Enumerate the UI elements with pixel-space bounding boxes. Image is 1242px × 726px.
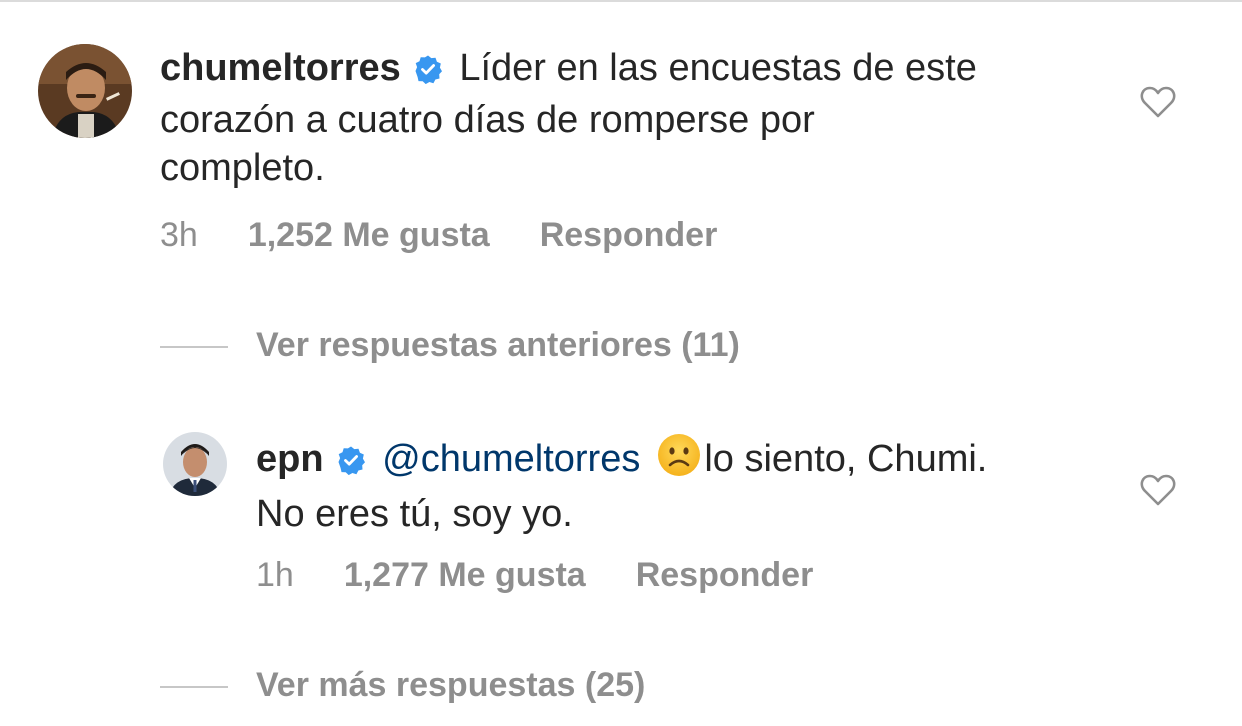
comment-text-line: No eres tú, soy yo.: [256, 493, 573, 535]
mention-link[interactable]: @chumeltorres: [382, 438, 640, 480]
replies-divider: [160, 686, 228, 689]
comment-text-line: corazón a cuatro días de romperse por: [160, 99, 815, 141]
frowning-face-emoji-icon: [656, 432, 702, 490]
avatar-epn[interactable]: [163, 432, 227, 496]
timestamp: 1h: [256, 556, 294, 594]
comment-text-line: completo.: [160, 147, 325, 189]
likes-count[interactable]: 1,277 Me gusta: [344, 556, 586, 594]
top-divider: [0, 0, 1242, 2]
view-previous-replies-button[interactable]: Ver respuestas anteriores (11): [160, 325, 740, 365]
view-more-replies-button[interactable]: Ver más respuestas (25): [160, 665, 645, 705]
comment-body-epn: epn @chumeltorres lo siento, Chumi. No er…: [256, 432, 1136, 538]
username-chumeltorres[interactable]: chumeltorres: [160, 47, 401, 89]
avatar-chumeltorres[interactable]: [38, 44, 132, 138]
heart-outline-icon[interactable]: [1140, 86, 1176, 123]
comment-meta-chumeltorres: 3h 1,252 Me gusta Responder: [160, 215, 717, 255]
comment-text-line: Líder en las encuestas de este: [459, 47, 977, 89]
timestamp: 3h: [160, 216, 198, 254]
view-previous-replies-label: Ver respuestas anteriores (11): [256, 326, 740, 364]
reply-button[interactable]: Responder: [540, 216, 718, 254]
verified-badge-icon: [413, 48, 443, 96]
username-epn[interactable]: epn: [256, 438, 324, 480]
reply-button[interactable]: Responder: [636, 556, 814, 594]
comment-body-chumeltorres: chumeltorres Líder en las encuestas de e…: [160, 44, 1120, 192]
comment-meta-epn: 1h 1,277 Me gusta Responder: [256, 555, 813, 595]
likes-count[interactable]: 1,252 Me gusta: [248, 216, 490, 254]
comment-text-line: lo siento, Chumi.: [704, 438, 988, 480]
replies-divider: [160, 346, 228, 349]
view-more-replies-label: Ver más respuestas (25): [256, 666, 646, 704]
heart-outline-icon[interactable]: [1140, 474, 1176, 511]
verified-badge-icon: [336, 439, 366, 487]
